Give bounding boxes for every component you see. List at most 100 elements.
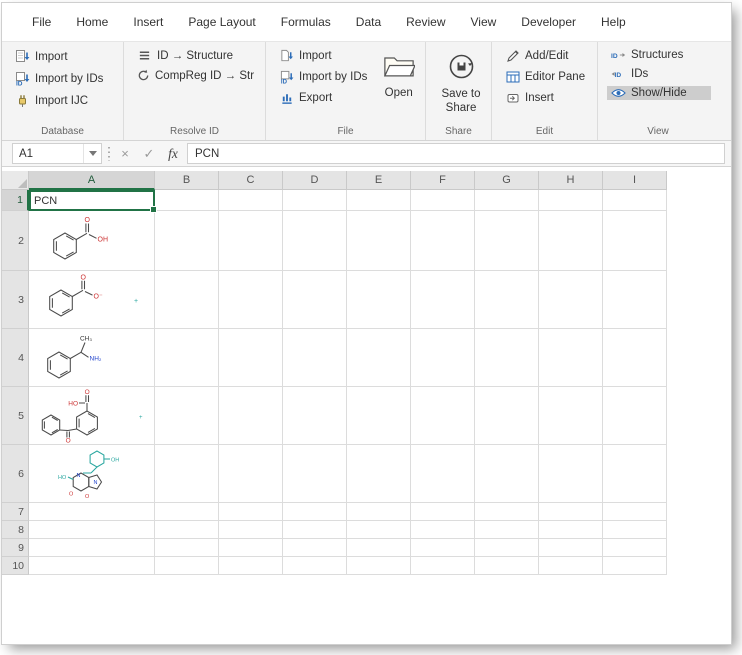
cell-B5[interactable] [155,387,219,445]
cell-G6[interactable] [475,445,539,503]
editor-pane-button[interactable]: Editor Pane [501,69,590,85]
row-header-3[interactable]: 3 [2,271,29,329]
cell-G2[interactable] [475,211,539,271]
menu-tab-data[interactable]: Data [356,15,381,29]
file-import-button[interactable]: Import [275,48,371,64]
cell-C8[interactable] [219,521,283,539]
cell-E1[interactable] [347,190,411,211]
cell-H1[interactable] [539,190,603,211]
cell-H3[interactable] [539,271,603,329]
cell-H9[interactable] [539,539,603,557]
name-box[interactable]: A1 [12,143,102,164]
compreg-id-to-str-button[interactable]: CompReg ID → Str [133,68,258,83]
cell-C5[interactable] [219,387,283,445]
cell-B9[interactable] [155,539,219,557]
cell-D10[interactable] [283,557,347,575]
select-all-corner[interactable] [2,171,29,190]
cell-F7[interactable] [411,503,475,521]
cell-H4[interactable] [539,329,603,387]
cell-C1[interactable] [219,190,283,211]
show-hide-toggle-button[interactable]: Show/Hide [607,86,711,100]
cell-H7[interactable] [539,503,603,521]
cell-C4[interactable] [219,329,283,387]
cell-G5[interactable] [475,387,539,445]
cell-A7[interactable] [29,503,155,521]
row-header-1[interactable]: 1 [2,190,29,211]
cell-D4[interactable] [283,329,347,387]
column-header-C[interactable]: C [219,171,283,190]
add-edit-button[interactable]: Add/Edit [501,48,590,64]
cancel-button[interactable]: × [115,143,135,164]
cell-F9[interactable] [411,539,475,557]
column-header-G[interactable]: G [475,171,539,190]
cell-D2[interactable] [283,211,347,271]
cell-A4[interactable]: CH₃ NH₂ [29,329,155,387]
cell-F5[interactable] [411,387,475,445]
row-header-8[interactable]: 8 [2,521,29,539]
file-import-by-ids-button[interactable]: ID Import by IDs [275,69,371,85]
cell-B4[interactable] [155,329,219,387]
cell-I6[interactable] [603,445,667,503]
cell-I10[interactable] [603,557,667,575]
cell-C3[interactable] [219,271,283,329]
column-header-A[interactable]: A [29,171,155,190]
column-header-E[interactable]: E [347,171,411,190]
cell-E4[interactable] [347,329,411,387]
cell-C6[interactable] [219,445,283,503]
cell-B3[interactable] [155,271,219,329]
formula-bar-drag-handle[interactable] [106,143,111,164]
cell-I3[interactable] [603,271,667,329]
cell-F3[interactable] [411,271,475,329]
cell-I1[interactable] [603,190,667,211]
cell-H5[interactable] [539,387,603,445]
cell-E7[interactable] [347,503,411,521]
cell-H8[interactable] [539,521,603,539]
cell-G3[interactable] [475,271,539,329]
cell-E9[interactable] [347,539,411,557]
menu-tab-home[interactable]: Home [76,15,108,29]
cell-G8[interactable] [475,521,539,539]
cell-B6[interactable] [155,445,219,503]
menu-tab-page-layout[interactable]: Page Layout [188,15,255,29]
name-box-dropdown[interactable] [83,144,101,163]
cell-F4[interactable] [411,329,475,387]
cell-C10[interactable] [219,557,283,575]
database-import-by-ids-button[interactable]: ID Import by IDs [11,70,116,87]
enter-button[interactable]: ✓ [139,143,159,164]
cell-G9[interactable] [475,539,539,557]
cell-I8[interactable] [603,521,667,539]
cell-I7[interactable] [603,503,667,521]
database-import-button[interactable]: Import [11,48,116,65]
menu-tab-file[interactable]: File [32,15,51,29]
cell-B7[interactable] [155,503,219,521]
cell-I5[interactable] [603,387,667,445]
insert-function-button[interactable]: fx [163,143,183,164]
cell-D6[interactable] [283,445,347,503]
menu-tab-developer[interactable]: Developer [521,15,576,29]
cell-F8[interactable] [411,521,475,539]
cell-D7[interactable] [283,503,347,521]
cell-E5[interactable] [347,387,411,445]
menu-tab-insert[interactable]: Insert [133,15,163,29]
menu-tab-help[interactable]: Help [601,15,626,29]
cell-D8[interactable] [283,521,347,539]
column-header-B[interactable]: B [155,171,219,190]
menu-tab-formulas[interactable]: Formulas [281,15,331,29]
cell-I2[interactable] [603,211,667,271]
cell-H10[interactable] [539,557,603,575]
column-header-I[interactable]: I [603,171,667,190]
column-header-D[interactable]: D [283,171,347,190]
cell-E2[interactable] [347,211,411,271]
cell-C7[interactable] [219,503,283,521]
cell-D3[interactable] [283,271,347,329]
database-import-ijc-button[interactable]: Import IJC [11,92,116,109]
column-header-F[interactable]: F [411,171,475,190]
cell-E3[interactable] [347,271,411,329]
menu-tab-view[interactable]: View [471,15,497,29]
cell-C2[interactable] [219,211,283,271]
cell-H2[interactable] [539,211,603,271]
row-header-5[interactable]: 5 [2,387,29,445]
cell-A5[interactable]: O HO O + [29,387,155,445]
cell-G1[interactable] [475,190,539,211]
row-header-4[interactable]: 4 [2,329,29,387]
